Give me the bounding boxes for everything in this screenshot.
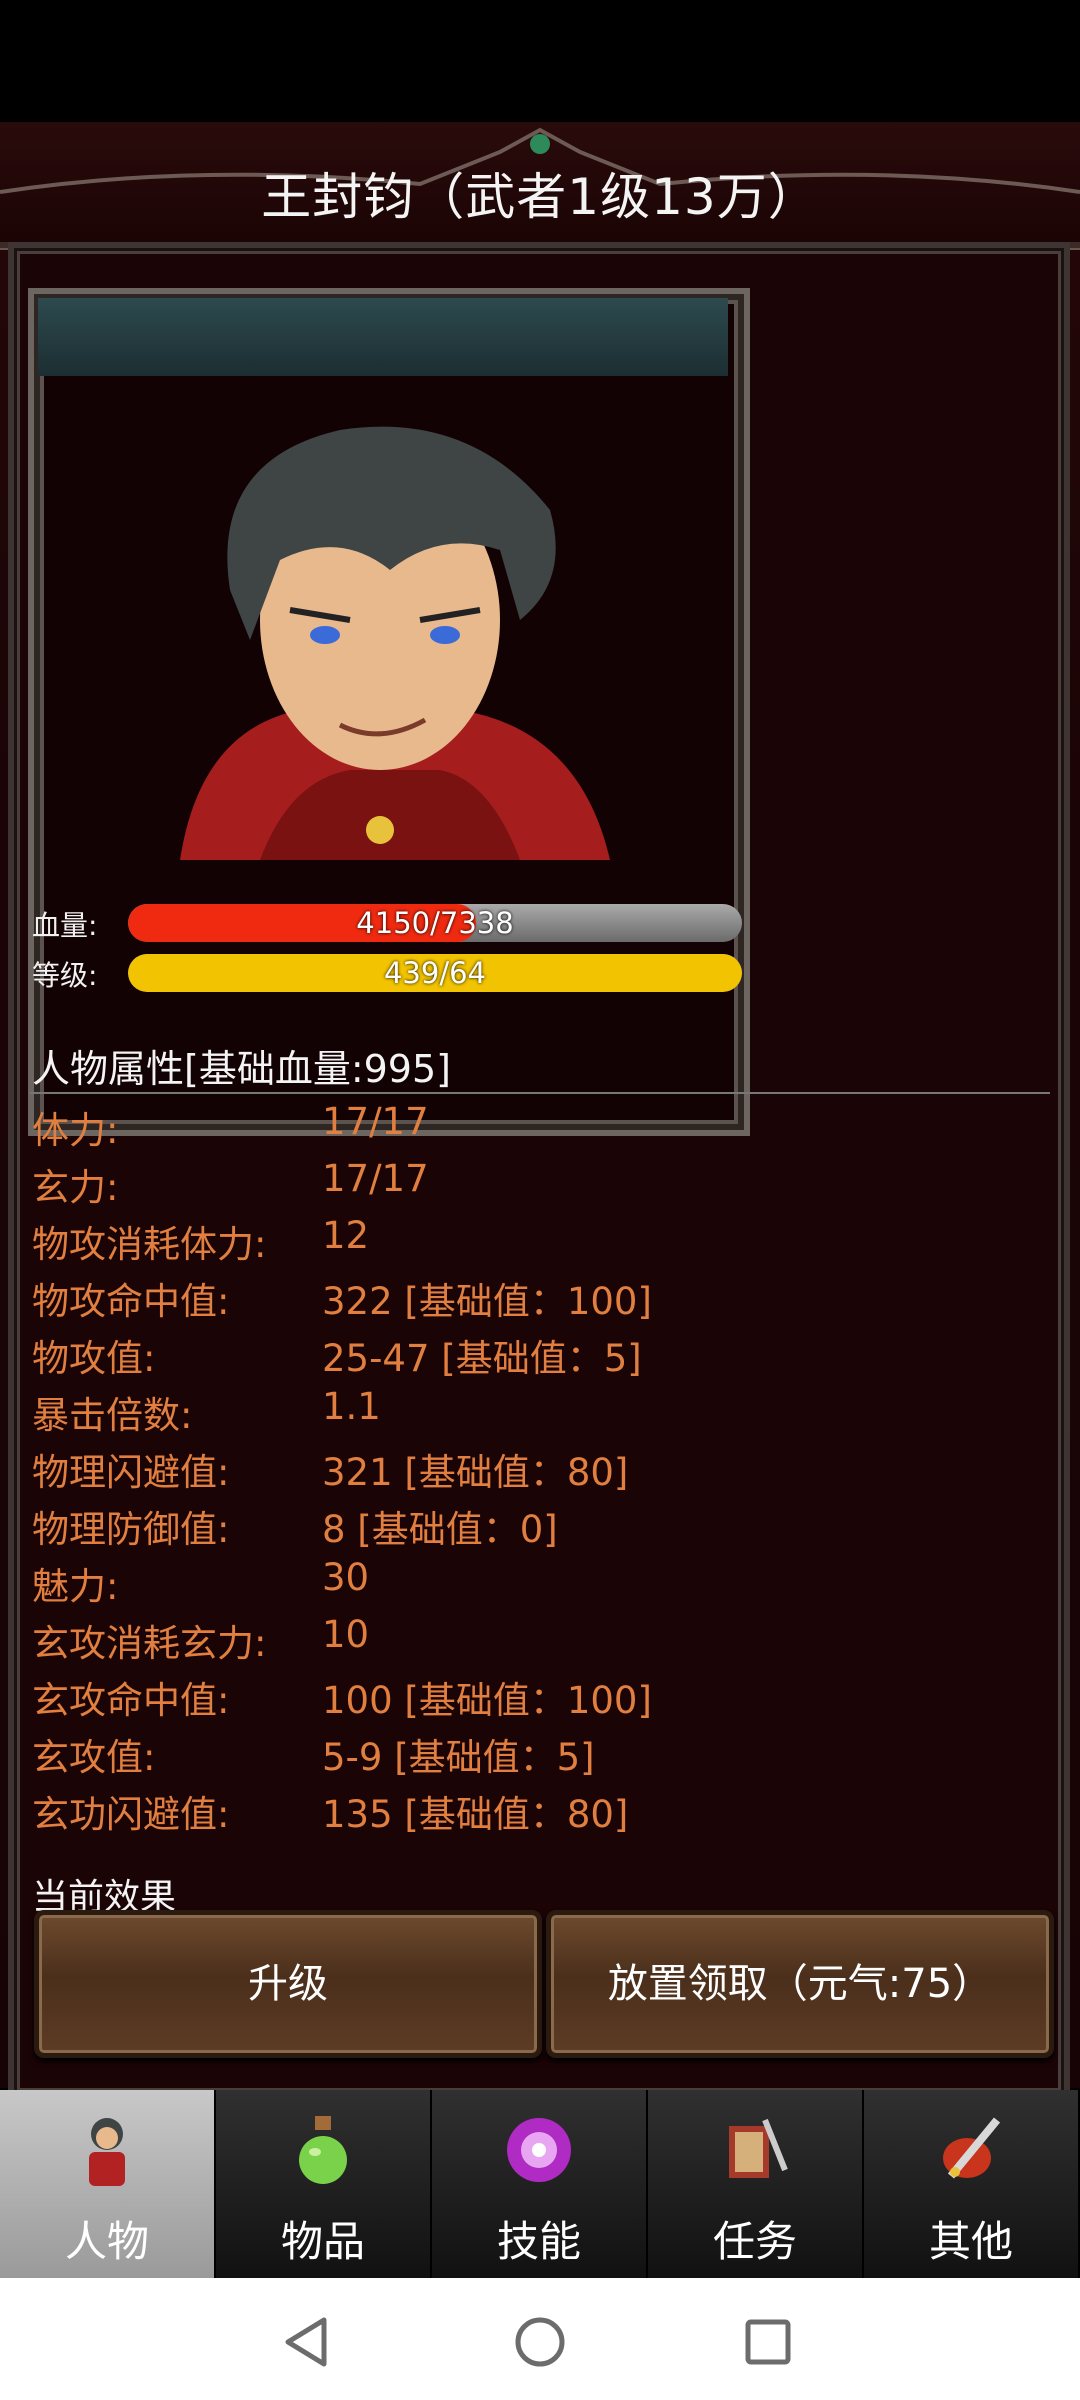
tab-label: 技能 — [496, 2217, 581, 2266]
tab-skills[interactable]: 技能 — [432, 2090, 648, 2278]
tab-label: 人物 — [64, 2217, 149, 2266]
attribute-value: 8 [基础值：0] — [322, 1508, 558, 1551]
attribute-key: 暴击倍数: — [32, 1394, 193, 1437]
title-bar: 王封钧（武者1级13万） — [0, 122, 1080, 248]
attribute-key: 玄攻命中值: — [32, 1679, 230, 1722]
tab-label: 其他 — [928, 2217, 1013, 2266]
attribute-key: 玄攻值: — [32, 1736, 156, 1779]
potion-icon — [299, 2116, 347, 2184]
attribute-key: 玄功闪避值: — [32, 1793, 230, 1836]
attribute-value: 1.1 — [322, 1385, 381, 1428]
sword-shield-icon — [943, 2117, 1001, 2179]
portrait-header — [38, 298, 728, 376]
hp-bar: 4150/7338 — [128, 904, 742, 942]
character-title: 王封钧（武者1级13万） — [261, 168, 819, 226]
tab-quests[interactable]: 任务 — [648, 2090, 864, 2278]
tab-label: 物品 — [280, 2217, 365, 2266]
tab-other[interactable]: 其他 — [864, 2090, 1080, 2278]
attribute-value: 17/17 — [322, 1100, 429, 1143]
attribute-key: 物理防御值: — [32, 1508, 230, 1551]
level-bar: 439/64 — [128, 954, 742, 992]
status-bar — [0, 0, 1080, 122]
attribute-value: 100 [基础值：100] — [322, 1679, 652, 1722]
idle-claim-button[interactable]: 放置领取（元气:75） — [546, 1910, 1054, 2058]
upgrade-button[interactable]: 升级 — [34, 1910, 542, 2058]
quest-book-icon — [729, 2118, 788, 2178]
attribute-key: 物理闪避值: — [32, 1451, 230, 1494]
attribute-key: 物攻值: — [32, 1337, 156, 1380]
home-icon[interactable] — [514, 2316, 566, 2368]
attribute-value: 30 — [322, 1556, 370, 1599]
skill-orb-icon — [507, 2118, 571, 2182]
attribute-value: 135 [基础值：80] — [322, 1793, 629, 1836]
attribute-key: 物攻命中值: — [32, 1280, 230, 1323]
hp-value: 4150/7338 — [356, 906, 514, 940]
attribute-value: 322 [基础值：100] — [322, 1280, 652, 1323]
level-value: 439/64 — [383, 956, 487, 990]
attribute-value: 10 — [322, 1613, 370, 1656]
attribute-key: 玄攻消耗玄力: — [32, 1622, 267, 1665]
character-portrait — [180, 426, 610, 860]
attribute-key: 体力: — [32, 1109, 119, 1152]
bottom-tab-bar: 人物 物品 技能 任务 其他 — [0, 2090, 1080, 2278]
tab-label: 任务 — [712, 2217, 797, 2266]
system-nav-bar — [0, 2278, 1080, 2400]
attribute-value: 17/17 — [322, 1157, 429, 1200]
back-icon[interactable] — [282, 2316, 330, 2368]
attribute-value: 25-47 [基础值：5] — [322, 1337, 642, 1380]
attributes-heading: 人物属性[基础血量:995] — [32, 1047, 451, 1091]
tab-items[interactable]: 物品 — [216, 2090, 432, 2278]
attribute-key: 魅力: — [32, 1565, 119, 1608]
attribute-value: 5-9 [基础值：5] — [322, 1736, 595, 1779]
character-icon — [89, 2118, 125, 2186]
recents-icon[interactable] — [744, 2318, 792, 2366]
level-label: 等级: — [32, 959, 98, 992]
attribute-key: 物攻消耗体力: — [32, 1223, 267, 1266]
attribute-value: 321 [基础值：80] — [322, 1451, 629, 1494]
hp-label: 血量: — [32, 909, 98, 942]
attribute-value: 12 — [322, 1214, 370, 1257]
tab-character[interactable]: 人物 — [0, 2090, 216, 2278]
section-divider — [30, 1092, 1050, 1094]
attribute-key: 玄力: — [32, 1166, 119, 1209]
